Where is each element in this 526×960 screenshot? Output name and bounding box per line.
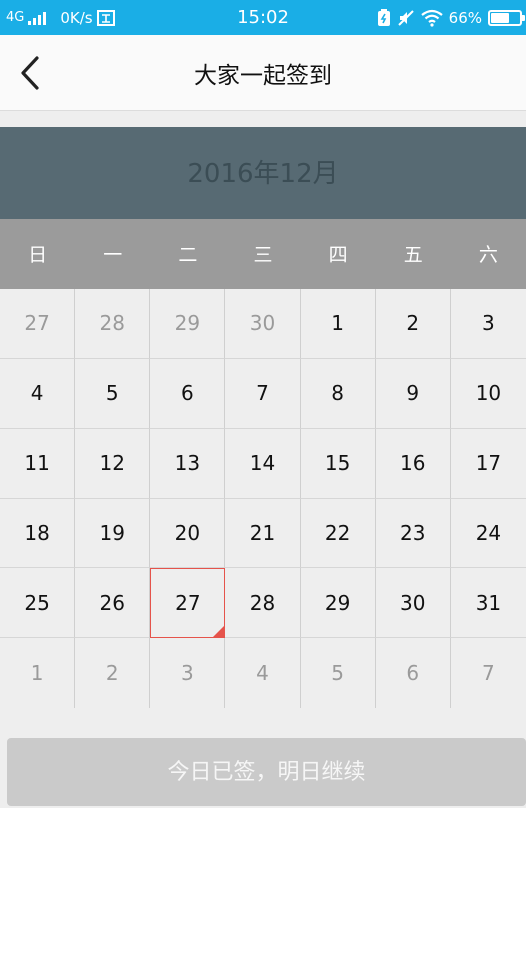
day-cell[interactable]: 3 xyxy=(150,638,226,708)
day-cell[interactable]: 23 xyxy=(375,498,451,569)
day-cell[interactable]: 27 xyxy=(0,289,76,359)
day-cell[interactable]: 21 xyxy=(225,498,301,569)
day-cell[interactable]: 20 xyxy=(150,498,226,569)
spacer xyxy=(0,111,526,127)
day-cell[interactable]: 26 xyxy=(75,568,151,639)
calendar-grid: 27 28 29 30 1 2 3 4 5 6 7 8 9 10 11 12 13 14 15 16 17 18 19 20 2… xyxy=(0,289,526,708)
weekday-label: 五 xyxy=(403,244,423,266)
status-right: 66% xyxy=(377,0,525,35)
day-cell[interactable]: 5 xyxy=(75,358,151,429)
day-cell[interactable]: 15 xyxy=(300,428,376,499)
mute-icon xyxy=(397,9,414,26)
day-cell[interactable]: 6 xyxy=(376,638,451,708)
day-cell[interactable]: 14 xyxy=(225,428,301,499)
weekday-header: 日一二三四五六 xyxy=(0,219,526,289)
day-cell-today[interactable]: 27 xyxy=(150,568,226,639)
day-cell[interactable]: 18 xyxy=(0,498,76,569)
day-cell[interactable]: 12 xyxy=(75,428,151,499)
day-cell[interactable]: 16 xyxy=(375,428,451,499)
day-cell[interactable]: 2 xyxy=(75,638,151,708)
title-bar: 大家一起签到 xyxy=(0,35,526,111)
day-cell[interactable]: 28 xyxy=(225,568,301,639)
day-cell[interactable]: 22 xyxy=(300,498,376,569)
day-cell[interactable]: 5 xyxy=(301,638,376,708)
day-cell[interactable]: 9 xyxy=(375,358,451,429)
weekday-label: 四 xyxy=(328,244,348,266)
weekday-label: 六 xyxy=(478,244,498,266)
battery-icon xyxy=(488,9,525,26)
day-cell[interactable]: 25 xyxy=(0,568,76,639)
day-cell[interactable]: 30 xyxy=(225,289,301,359)
day-cell[interactable]: 17 xyxy=(450,429,526,499)
weekday-label: 一 xyxy=(103,244,123,266)
day-cell[interactable]: 3 xyxy=(450,289,526,359)
weekday-label: 二 xyxy=(178,244,198,266)
day-cell[interactable]: 29 xyxy=(300,568,376,639)
day-cell[interactable]: 7 xyxy=(225,358,301,429)
battery-saver-icon xyxy=(377,8,390,26)
month-label: 2016年12月 xyxy=(0,127,526,219)
day-cell[interactable]: 13 xyxy=(150,428,226,499)
sign-in-button[interactable]: 今日已签，明日继续 xyxy=(7,738,526,806)
day-cell[interactable]: 31 xyxy=(450,568,526,639)
battery-percent: 66% xyxy=(448,8,482,27)
page-title: 大家一起签到 xyxy=(194,63,332,89)
day-cell[interactable]: 1 xyxy=(300,289,376,359)
weekday-label: 日 xyxy=(28,244,48,266)
day-cell[interactable]: 7 xyxy=(451,638,526,708)
day-cell[interactable]: 24 xyxy=(450,499,526,569)
day-cell[interactable]: 8 xyxy=(300,358,376,429)
wifi-icon xyxy=(420,9,443,27)
day-cell[interactable]: 29 xyxy=(150,289,226,359)
day-cell[interactable]: 28 xyxy=(75,289,151,359)
day-cell[interactable]: 10 xyxy=(450,359,526,429)
weekday-label: 三 xyxy=(253,244,273,266)
day-cell[interactable]: 6 xyxy=(150,358,226,429)
day-cell[interactable]: 2 xyxy=(375,289,451,359)
day-cell[interactable]: 4 xyxy=(0,358,76,429)
day-cell[interactable]: 19 xyxy=(75,498,151,569)
status-bar: 4G 0K/s 15:02 66% xyxy=(0,0,526,35)
day-cell[interactable]: 4 xyxy=(225,638,301,708)
battery-level xyxy=(491,12,509,23)
day-cell[interactable]: 30 xyxy=(375,568,451,639)
day-cell[interactable]: 11 xyxy=(0,428,76,499)
day-cell[interactable]: 1 xyxy=(0,638,76,708)
